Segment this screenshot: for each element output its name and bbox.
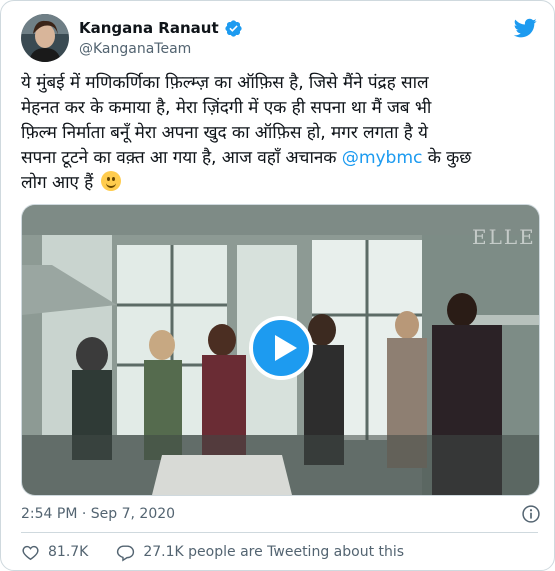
play-button[interactable]	[249, 316, 313, 380]
twitter-bird-icon[interactable]	[513, 16, 537, 40]
display-name[interactable]: Kangana Ranaut	[79, 18, 219, 38]
mention-link[interactable]: @mybmc	[342, 148, 423, 168]
info-icon[interactable]	[521, 504, 541, 524]
elle-watermark: ELLE	[472, 225, 536, 249]
author-block: Kangana Ranaut @KanganaTeam	[79, 18, 243, 59]
divider	[21, 532, 538, 533]
reply-button[interactable]: 27.1K people are Tweeting about this	[116, 543, 404, 562]
tweet-card[interactable]: Kangana Ranaut @KanganaTeam ये मुंबई में…	[0, 0, 555, 571]
reply-bubble-icon	[117, 544, 135, 562]
like-button[interactable]: 81.7K	[21, 543, 88, 562]
like-count: 81.7K	[48, 544, 89, 560]
verified-badge-icon	[224, 19, 243, 38]
tweet-meta: 2:54 PM · Sep 7, 2020	[21, 504, 541, 524]
avatar[interactable]	[21, 14, 69, 62]
video-player[interactable]: ELLE	[21, 204, 540, 496]
tweet-header: Kangana Ranaut @KanganaTeam	[21, 14, 541, 62]
tweet-text: ये मुंबई में मणिकर्णिका फ़िल्म्ज़ का ऑफ़…	[21, 71, 541, 196]
heart-icon	[22, 545, 39, 560]
reply-text: 27.1K people are Tweeting about this	[143, 544, 405, 560]
user-handle[interactable]: @KanganaTeam	[79, 39, 243, 59]
actions-bar: 81.7K 27.1K people are Tweeting about th…	[21, 542, 404, 562]
smiling-face-emoji-icon	[100, 171, 121, 191]
timestamp-link[interactable]: 2:54 PM · Sep 7, 2020	[21, 506, 175, 522]
